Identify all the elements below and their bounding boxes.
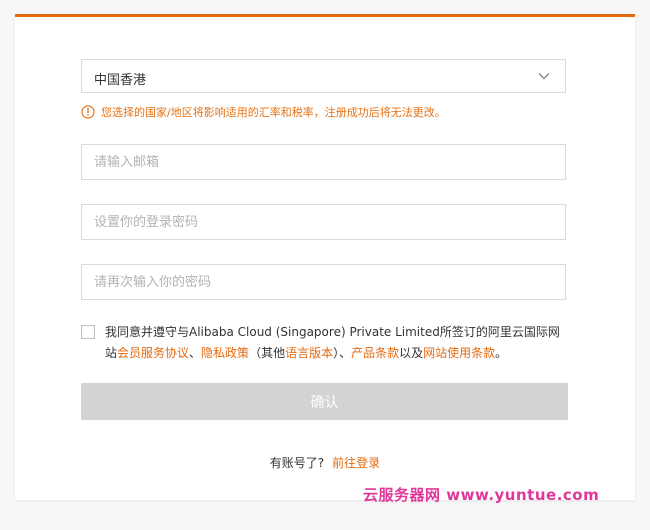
agreement-sep2: 以及 xyxy=(399,346,424,360)
confirm-button[interactable]: 确认 xyxy=(81,383,568,420)
privacy-policy-link[interactable]: 隐私政策 xyxy=(201,346,249,360)
member-agreement-link[interactable]: 会员服务协议 xyxy=(117,346,189,360)
language-version-link[interactable]: 语言版本 xyxy=(285,346,333,360)
agreement-end: 。 xyxy=(495,346,508,360)
info-icon xyxy=(81,105,95,119)
site-terms-link[interactable]: 网站使用条款 xyxy=(423,346,495,360)
agreement-sep1: 、 xyxy=(189,346,202,360)
agree-checkbox[interactable] xyxy=(81,325,95,339)
notice-text: 您选择的国家/地区将影响适用的汇率和税率，注册成功后将无法更改。 xyxy=(101,106,446,119)
agreement-paren-open: （其他 xyxy=(249,346,286,360)
login-row: 有账号了? 前往登录 xyxy=(15,454,635,471)
agreement-paren-close: ）、 xyxy=(333,346,352,360)
registration-card: 中国香港 您选择的国家/地区将影响适用的汇率和税率，注册成功后将无法更改。 我同… xyxy=(15,14,635,500)
page: 中国香港 您选择的国家/地区将影响适用的汇率和税率，注册成功后将无法更改。 我同… xyxy=(0,0,650,530)
agreement-text: 我同意并遵守与Alibaba Cloud (Singapore) Private… xyxy=(105,322,571,364)
region-notice: 您选择的国家/地区将影响适用的汇率和税率，注册成功后将无法更改。 xyxy=(81,104,446,120)
confirm-password-input[interactable] xyxy=(81,264,566,300)
chevron-down-icon xyxy=(538,73,550,80)
watermark: 云服务器网 www.yuntue.com xyxy=(363,486,600,504)
product-terms-link[interactable]: 产品条款 xyxy=(351,346,399,360)
region-select[interactable]: 中国香港 xyxy=(81,59,566,93)
region-select-value: 中国香港 xyxy=(94,73,147,88)
login-link[interactable]: 前往登录 xyxy=(332,456,380,470)
password-input[interactable] xyxy=(81,204,566,240)
login-prompt: 有账号了? xyxy=(269,456,325,470)
email-input[interactable] xyxy=(81,144,566,180)
